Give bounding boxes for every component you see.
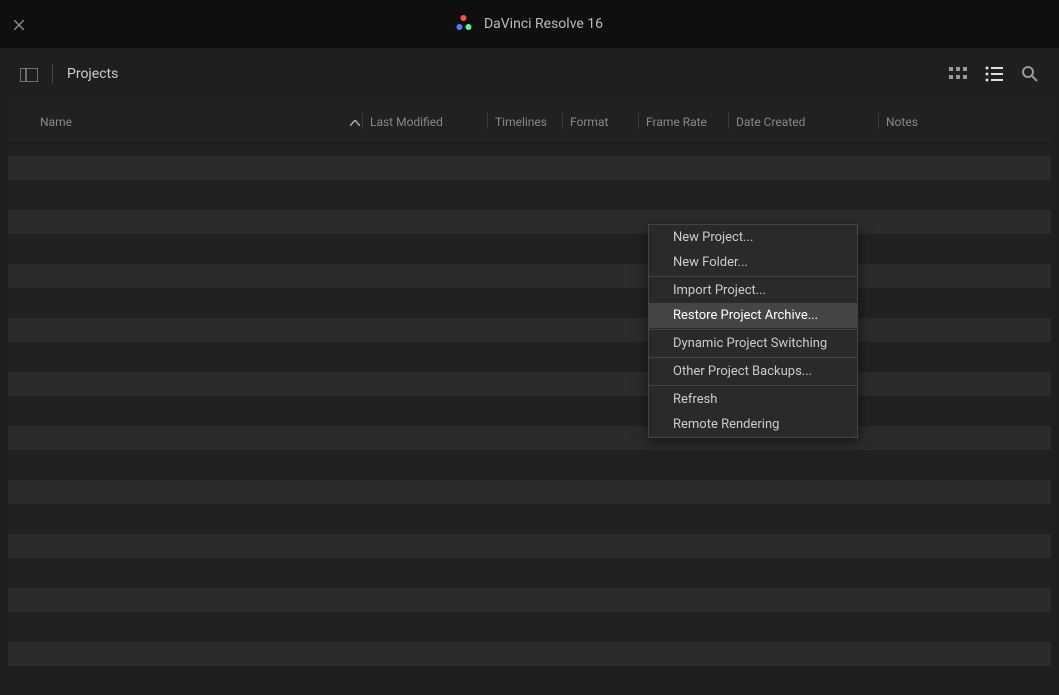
menu-restore-project-archive[interactable]: Restore Project Archive... [649, 303, 857, 328]
toolbar-divider [52, 64, 53, 84]
list-view-icon[interactable] [985, 65, 1003, 83]
column-last-modified[interactable]: Last Modified [370, 115, 495, 129]
column-format[interactable]: Format [570, 115, 646, 129]
table-row[interactable] [8, 264, 1051, 288]
sidebar-toggle-icon[interactable] [20, 67, 38, 81]
table-row[interactable] [8, 642, 1051, 666]
titlebar: DaVinci Resolve 16 [0, 0, 1059, 48]
menu-dynamic-project-switching[interactable]: Dynamic Project Switching [649, 331, 857, 356]
close-icon[interactable] [14, 20, 24, 30]
context-menu: New Project... New Folder... Import Proj… [648, 224, 858, 438]
table-row[interactable] [8, 480, 1051, 504]
menu-separator [649, 329, 857, 330]
column-timelines[interactable]: Timelines [495, 115, 570, 129]
column-notes[interactable]: Notes [886, 115, 986, 129]
menu-remote-rendering[interactable]: Remote Rendering [649, 412, 857, 437]
table-row[interactable] [8, 588, 1051, 612]
grid-view-icon[interactable] [949, 65, 967, 83]
sort-ascending-icon [350, 115, 360, 129]
column-name-label: Name [40, 115, 72, 129]
menu-separator [649, 357, 857, 358]
menu-other-project-backups[interactable]: Other Project Backups... [649, 359, 857, 384]
table-row[interactable] [8, 372, 1051, 396]
menu-import-project[interactable]: Import Project... [649, 278, 857, 303]
table-row[interactable] [8, 318, 1051, 342]
table-row[interactable] [8, 534, 1051, 558]
menu-separator [649, 276, 857, 277]
table-row[interactable] [8, 426, 1051, 450]
column-date-created[interactable]: Date Created [736, 115, 886, 129]
app-logo-icon [456, 15, 474, 33]
content: Name Last Modified Timelines Format Fram… [8, 100, 1051, 666]
menu-new-folder[interactable]: New Folder... [649, 250, 857, 275]
table-row[interactable] [8, 210, 1051, 234]
menu-refresh[interactable]: Refresh [649, 387, 857, 412]
breadcrumb: Projects [67, 66, 118, 82]
table-row[interactable] [8, 156, 1051, 180]
columns-header: Name Last Modified Timelines Format Fram… [8, 100, 1051, 144]
menu-new-project[interactable]: New Project... [649, 225, 857, 250]
column-name[interactable]: Name [40, 115, 370, 129]
menu-separator [649, 385, 857, 386]
column-frame-rate[interactable]: Frame Rate [646, 115, 736, 129]
toolbar: Projects [8, 48, 1051, 100]
project-list [8, 144, 1051, 666]
search-icon[interactable] [1021, 65, 1039, 83]
app-title: DaVinci Resolve 16 [484, 16, 603, 32]
